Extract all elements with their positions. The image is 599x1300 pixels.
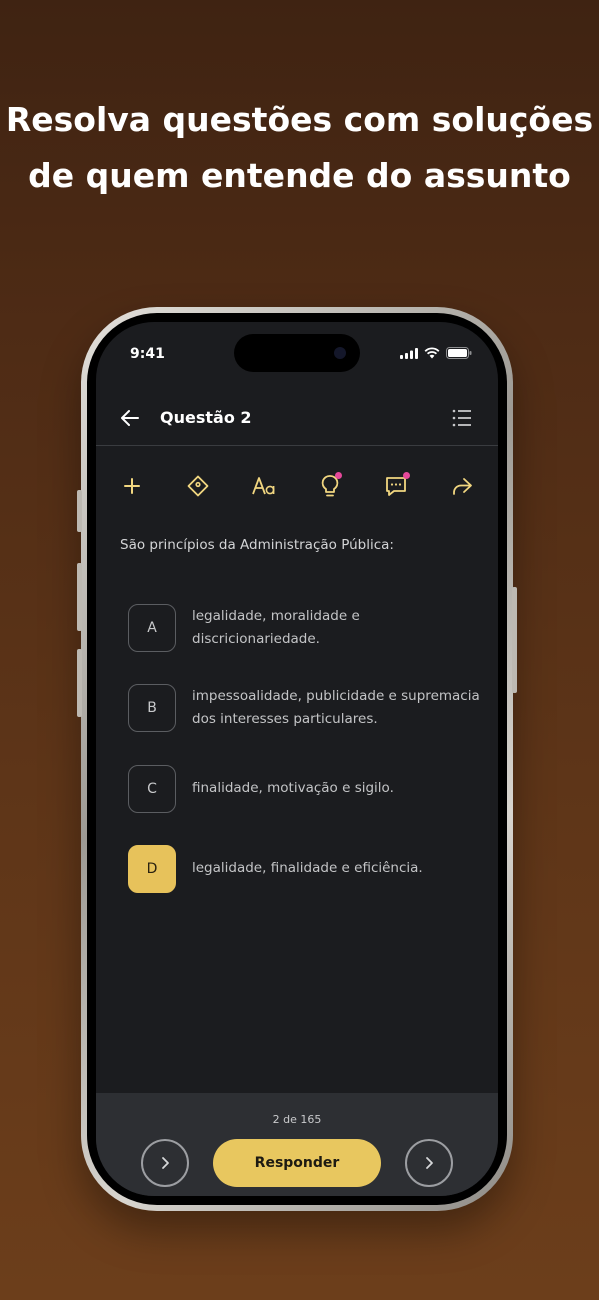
headline: Resolva questões com soluções de quem en… xyxy=(0,92,599,204)
list-menu-icon[interactable] xyxy=(450,406,474,430)
comments-button[interactable] xyxy=(380,470,412,502)
app-screen: 9:41 Questão 2 São princípios da Adminis… xyxy=(96,322,498,1196)
option-text-d[interactable]: legalidade, finalidade e eficiência. xyxy=(192,857,482,880)
bottom-bar: 2 de 165 Responder xyxy=(96,1093,498,1196)
volume-down-button xyxy=(77,649,82,717)
dynamic-island xyxy=(234,334,360,372)
option-text-b[interactable]: impessoalidade, publicidade e supremacia… xyxy=(192,685,482,731)
status-icons xyxy=(400,347,472,359)
notification-dot xyxy=(335,472,342,479)
wifi-icon xyxy=(424,347,440,359)
page-title: Questão 2 xyxy=(160,408,252,427)
option-text-a[interactable]: legalidade, moralidade e discricionaried… xyxy=(192,605,482,651)
power-button xyxy=(512,587,517,693)
tag-icon xyxy=(187,475,209,497)
font-size-button[interactable] xyxy=(248,470,280,502)
volume-up-button xyxy=(77,563,82,631)
question-counter: 2 de 165 xyxy=(272,1113,322,1126)
battery-icon xyxy=(446,347,472,359)
signal-icon xyxy=(400,347,418,359)
previous-question-button[interactable] xyxy=(141,1139,189,1187)
headline-line-1: Resolva questões com soluções xyxy=(5,100,594,139)
font-size-icon xyxy=(252,477,275,495)
phone-frame: 9:41 Questão 2 São princípios da Adminis… xyxy=(77,307,517,1211)
option-letter-b[interactable]: B xyxy=(128,684,176,732)
option-letter-a[interactable]: A xyxy=(128,604,176,652)
add-button[interactable] xyxy=(116,470,148,502)
option-text-c[interactable]: finalidade, motivação e sigilo. xyxy=(192,777,482,800)
chevron-right-icon xyxy=(426,1157,433,1169)
action-button xyxy=(77,490,82,532)
camera-icon xyxy=(334,347,346,359)
option-letter-d[interactable]: D xyxy=(128,845,176,893)
question-toolbar xyxy=(96,470,498,510)
question-prompt: São princípios da Administração Pública: xyxy=(120,537,394,553)
back-arrow-icon[interactable] xyxy=(118,406,142,430)
plus-icon xyxy=(124,478,140,494)
next-question-button[interactable] xyxy=(405,1139,453,1187)
status-bar: 9:41 xyxy=(96,322,498,382)
share-button[interactable] xyxy=(446,470,478,502)
answer-button[interactable]: Responder xyxy=(213,1139,381,1187)
headline-line-2: de quem entende do assunto xyxy=(28,156,571,195)
tag-button[interactable] xyxy=(182,470,214,502)
chevron-right-icon xyxy=(162,1157,169,1169)
notification-dot xyxy=(403,472,410,479)
option-letter-c[interactable]: C xyxy=(128,765,176,813)
hint-button[interactable] xyxy=(314,470,346,502)
share-icon xyxy=(453,478,472,495)
status-time: 9:41 xyxy=(130,346,165,362)
app-header: Questão 2 xyxy=(96,392,498,446)
